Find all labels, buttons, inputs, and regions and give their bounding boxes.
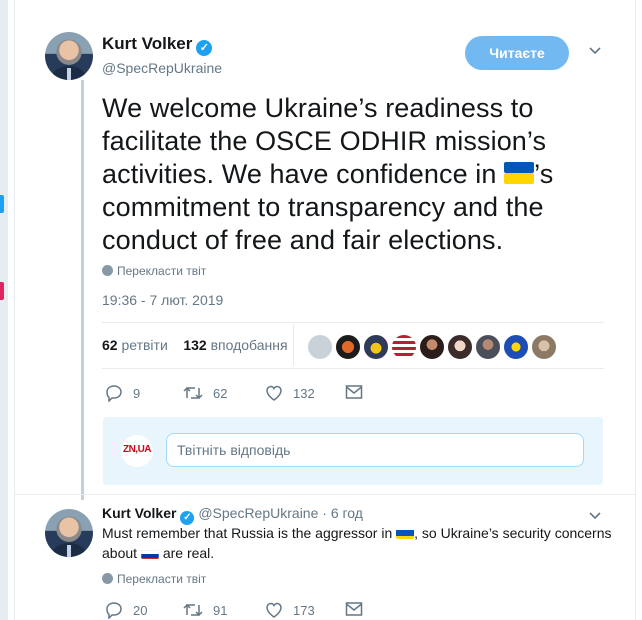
reply-button[interactable]: 9: [105, 384, 140, 402]
envelope-icon: [345, 385, 363, 399]
reply-text: Must remember that Russia is the aggress…: [102, 525, 612, 561]
retweet-icon: [183, 386, 203, 400]
divider: [293, 324, 294, 366]
liker-avatar[interactable]: [531, 334, 557, 360]
ukraine-flag-icon: [396, 527, 415, 539]
russia-flag-icon: [140, 547, 159, 559]
chevron-down-icon[interactable]: [588, 509, 602, 523]
envelope-icon: [345, 602, 363, 616]
chevron-down-icon[interactable]: [588, 44, 602, 58]
translate-link[interactable]: Перекласти твіт: [102, 264, 206, 278]
like-button[interactable]: 132: [265, 384, 315, 402]
thread-line: [81, 80, 84, 500]
author-name[interactable]: Kurt Volker ✓: [102, 34, 213, 56]
message-button[interactable]: [345, 384, 373, 400]
liker-avatar[interactable]: [503, 334, 529, 360]
liker-avatar[interactable]: [363, 334, 389, 360]
reply-composer: ZN,UA Твітніть відповідь: [103, 417, 603, 485]
heart-icon: [266, 602, 282, 618]
liker-avatar[interactable]: [335, 334, 361, 360]
liker-avatar[interactable]: [391, 334, 417, 360]
tweet-card: Kurt Volker ✓ @SpecRepUkraine Читаєте We …: [14, 0, 636, 620]
reply-input[interactable]: Твітніть відповідь: [166, 433, 584, 467]
liker-avatar[interactable]: [447, 334, 473, 360]
liker-avatar[interactable]: [419, 334, 445, 360]
author-handle[interactable]: @SpecRepUkraine: [198, 505, 318, 521]
retweet-button[interactable]: 62: [183, 384, 227, 402]
retweet-button[interactable]: 91: [183, 601, 227, 619]
divider: [102, 368, 604, 369]
reply-button[interactable]: 20: [105, 601, 147, 619]
likes-stat[interactable]: 132 вподобання: [183, 337, 287, 353]
ukraine-flag-icon: [504, 161, 535, 184]
reply-time[interactable]: 6 год: [331, 505, 363, 521]
globe-icon: [102, 573, 113, 584]
liker-avatar[interactable]: [475, 334, 501, 360]
tweet-timestamp[interactable]: 19:36 - 7 лют. 2019: [102, 292, 223, 308]
background-edge: [0, 0, 8, 620]
following-button[interactable]: Читаєте: [465, 36, 569, 70]
globe-icon: [102, 265, 113, 276]
tweet-text: We welcome Ukraine’s readiness to facili…: [102, 93, 554, 255]
retweet-icon: [183, 603, 203, 617]
user-avatar[interactable]: ZN,UA: [121, 435, 153, 467]
heart-icon: [266, 385, 282, 401]
verified-icon: ✓: [196, 40, 213, 56]
message-button[interactable]: [345, 601, 373, 617]
translate-link[interactable]: Перекласти твіт: [102, 572, 206, 586]
reply-header: Kurt Volker ✓ @SpecRepUkraine · 6 год: [102, 505, 363, 525]
avatar[interactable]: [45, 32, 93, 80]
author-name[interactable]: Kurt Volker: [102, 505, 176, 521]
reply-icon: [106, 602, 122, 619]
like-button[interactable]: 173: [265, 601, 315, 619]
retweets-stat[interactable]: 62 ретвіти: [102, 337, 168, 353]
engagement-stats: 62 ретвіти 132 вподобання: [102, 337, 288, 353]
liker-avatar[interactable]: [307, 334, 333, 360]
divider: [102, 322, 604, 323]
author-handle[interactable]: @SpecRepUkraine: [102, 60, 222, 76]
reply-icon: [106, 385, 122, 402]
divider: [15, 494, 635, 495]
avatar[interactable]: [45, 509, 93, 557]
